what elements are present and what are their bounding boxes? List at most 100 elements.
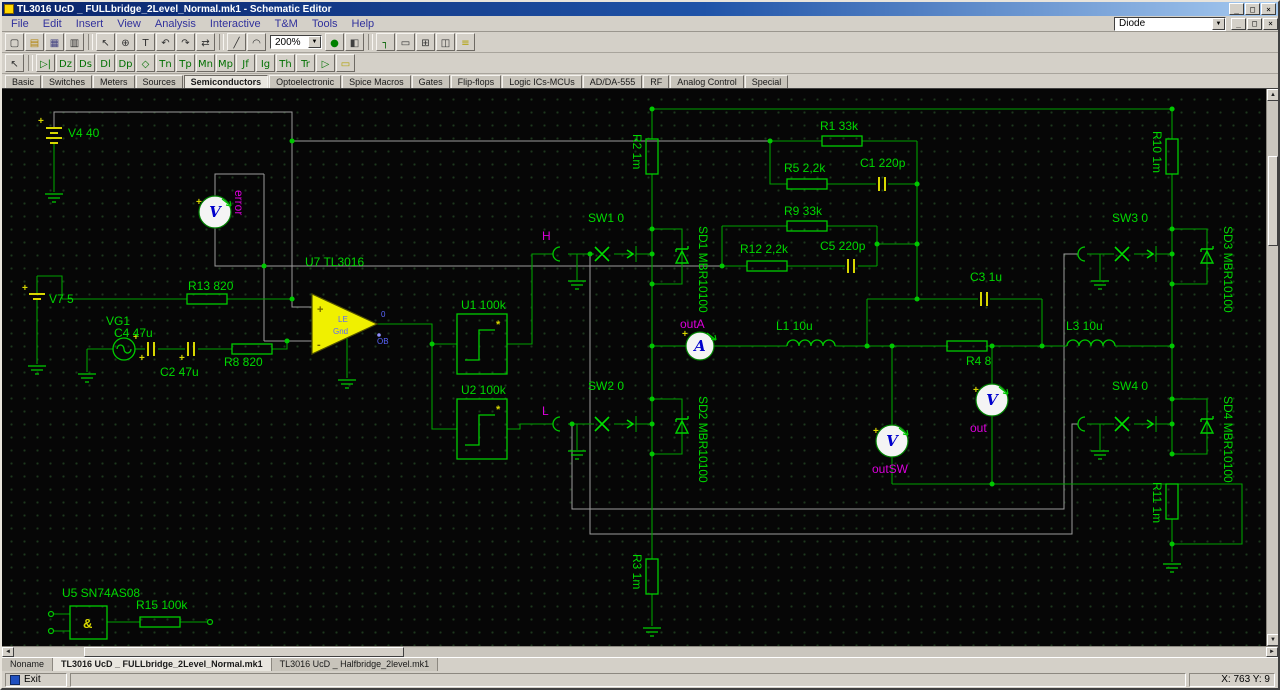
schottky-diodes-sd1-sd4[interactable] [674,246,1215,434]
scroll-up-icon[interactable]: ▲ [1267,89,1278,101]
resistors[interactable] [139,135,1179,628]
select-mode-button[interactable]: ↖ [96,33,115,51]
schottky-diode-component-button[interactable]: Ds [76,54,95,72]
component-tab-ad-da-555[interactable]: AD/DA-555 [582,75,643,88]
label-v7[interactable]: V7 5 [49,292,74,306]
wire-tool-button[interactable]: ┐ [376,33,395,51]
node-label-outa[interactable]: outA [680,317,705,331]
scroll-right-icon[interactable]: ► [1266,647,1278,657]
label-u7[interactable]: U7 TL3016 [305,255,364,269]
component-tab-rf[interactable]: RF [643,75,670,88]
ic-component-button[interactable]: ▭ [336,54,355,72]
opamp-u7[interactable]: + - LE Gnd 0 OB [311,293,389,355]
menu-tools[interactable]: Tools [305,17,345,31]
label-sw4[interactable]: SW4 0 [1112,379,1148,393]
label-r4[interactable]: R4 8 [966,354,992,368]
menu-help[interactable]: Help [345,17,382,31]
exit-hint-panel[interactable]: Exit [5,672,67,687]
component-tab-analog-control[interactable]: Analog Control [670,75,744,88]
component-tab-semiconductors[interactable]: Semiconductors [183,75,269,88]
mirror-tool-button[interactable]: ⇄ [196,33,215,51]
grid-toggle-button[interactable]: ⊞ [416,33,435,51]
label-sd3[interactable]: SD3 MBR10100 [1221,226,1235,313]
component-tab-gates[interactable]: Gates [411,75,450,88]
scroll-down-icon[interactable]: ▼ [1267,634,1278,646]
node-label-outsw[interactable]: outSW [872,462,909,476]
mdi-minimize-button[interactable]: _ [1231,17,1246,30]
bridge-rectifier-component-button[interactable]: ◇ [136,54,155,72]
combobox-dropdown-icon[interactable]: ▼ [1212,17,1225,30]
node-label-error[interactable]: error [232,190,246,215]
resistor-r5[interactable] [786,178,828,190]
pmos-transistor-component-button[interactable]: Mp [216,54,235,72]
resistor-r3[interactable] [645,558,659,595]
schematic-canvas[interactable]: + + - LE Gnd 0 OB * * & V + A + V + V + … [2,88,1278,646]
voltmeter-outsw[interactable]: V + [873,424,909,458]
save-file-button[interactable]: ▦ [45,33,64,51]
print-button[interactable]: ▥ [65,33,84,51]
minimize-button[interactable]: _ [1229,3,1244,15]
select-mode-button[interactable]: ↖ [5,54,24,72]
controlled-source-u1[interactable]: * [456,313,508,375]
voltmeter-error[interactable]: V + [196,195,232,229]
mdi-maximize-button[interactable]: □ [1247,17,1262,30]
label-r5[interactable]: R5 2,2k [784,161,826,175]
label-l1[interactable]: L1 10u [776,319,813,333]
resistor-r2[interactable] [645,138,659,175]
interactive-slider-button[interactable]: ◧ [345,33,364,51]
npn-transistor-component-button[interactable]: Tn [156,54,175,72]
label-v4[interactable]: V4 40 [68,126,100,140]
node-label-l[interactable]: L [542,404,549,418]
label-sw2[interactable]: SW2 0 [588,379,624,393]
photodiode-component-button[interactable]: Dp [116,54,135,72]
node-label-out[interactable]: out [970,421,987,435]
zoom-combobox[interactable]: 200% ▼ [270,35,322,49]
label-sd1[interactable]: SD1 MBR10100 [696,226,710,313]
igbt-component-button[interactable]: Ig [256,54,275,72]
zener-diode-component-button[interactable]: Dz [56,54,75,72]
sheet-tab-3[interactable]: TL3016 UcD _ Halfbridge_2level.mk1 [271,658,439,671]
label-c5[interactable]: C5 220p [820,239,866,253]
run-interactive-button[interactable]: ● [325,33,344,51]
menu-file[interactable]: File [4,17,36,31]
label-r12[interactable]: R12 2,2k [740,242,789,256]
io-tool-button[interactable]: ◫ [436,33,455,51]
rotate-left-button[interactable]: ↶ [156,33,175,51]
triac-component-button[interactable]: Tr [296,54,315,72]
text-tool-button[interactable]: T [136,33,155,51]
r15-output-node[interactable] [206,618,214,626]
label-r15[interactable]: R15 100k [136,598,188,612]
sheet-tab-2[interactable]: TL3016 UcD _ FULLbridge_2Level_Normal.mk… [53,658,272,671]
mdi-close-button[interactable]: × [1263,17,1278,30]
label-r10[interactable]: R10 1m [1150,131,1164,173]
component-tab-sources[interactable]: Sources [135,75,183,88]
open-file-button[interactable]: ▤ [25,33,44,51]
inductor-and-coil-symbols[interactable] [552,246,1116,432]
label-c4[interactable]: C4 47u [114,326,153,340]
ammeter-outa[interactable]: A + [682,329,717,361]
battery-plates[interactable] [29,127,62,300]
scroll-left-icon[interactable]: ◄ [2,647,14,657]
component-tab-spice-macros[interactable]: Spice Macros [342,75,411,88]
label-c3[interactable]: C3 1u [970,270,1002,284]
horizontal-scrollbar[interactable]: ◄ ► [2,646,1278,657]
label-r13[interactable]: R13 820 [188,279,234,293]
component-tab-special[interactable]: Special [744,75,789,88]
component-tab-logic-ics-mcus[interactable]: Logic ICs-MCUs [502,75,582,88]
maximize-button[interactable]: □ [1245,3,1260,15]
jfet-component-button[interactable]: Jf [236,54,255,72]
zoom-dropdown-icon[interactable]: ▼ [308,36,321,48]
vertical-scroll-thumb[interactable] [1267,156,1278,246]
label-c1[interactable]: C1 220p [860,156,906,170]
component-tab-switches[interactable]: Switches [42,75,93,88]
horizontal-scroll-thumb[interactable] [84,647,404,657]
component-tab-meters[interactable]: Meters [93,75,135,88]
ground-symbols[interactable] [28,193,1181,637]
label-r8[interactable]: R8 820 [224,355,263,369]
schematic-svg[interactable]: + + - LE Gnd 0 OB * * & V + A + V + V + … [2,89,1266,646]
pnp-transistor-component-button[interactable]: Tp [176,54,195,72]
node-label-h[interactable]: H [542,229,551,243]
diode-component-button[interactable]: ▷| [36,54,55,72]
label-sd4[interactable]: SD4 MBR10100 [1221,396,1235,483]
voltmeter-out[interactable]: V + [973,383,1009,417]
